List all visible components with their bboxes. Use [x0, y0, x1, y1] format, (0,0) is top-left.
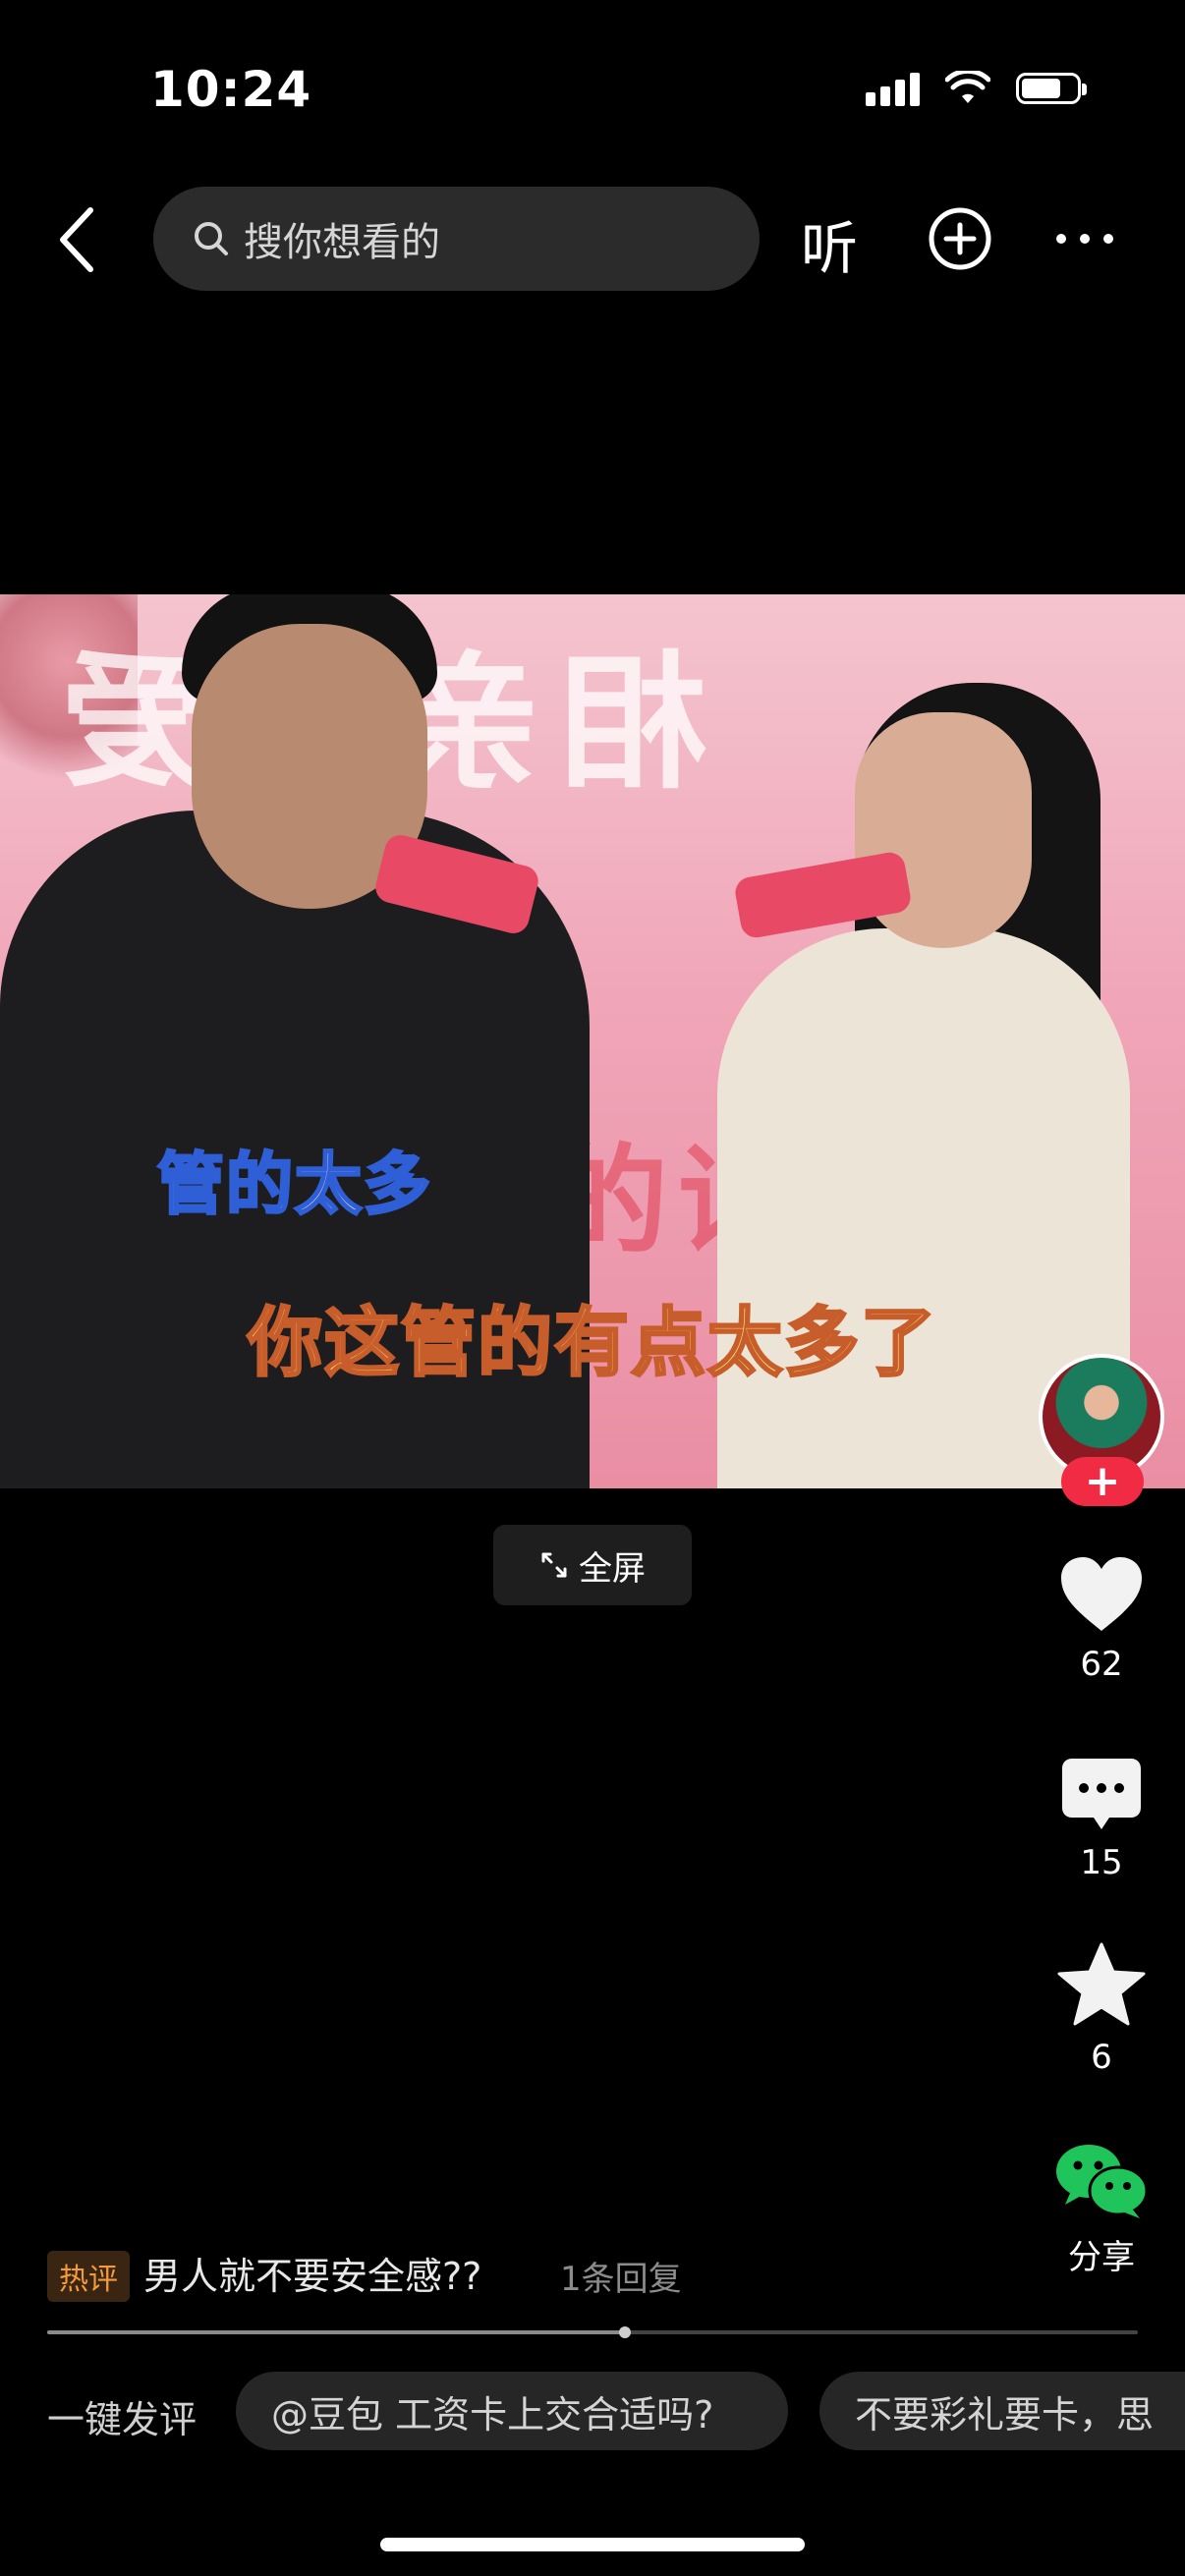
quick-comment-chip[interactable]: @豆包 工资卡上交合适吗? [236, 2372, 788, 2450]
hot-comment-tag: 热评 [47, 2251, 130, 2302]
fullscreen-button[interactable]: 全屏 [493, 1525, 692, 1605]
plus-circle-icon [929, 207, 991, 270]
favorite-count: 6 [1091, 2038, 1112, 2077]
comment-button[interactable]: 15 [1042, 1757, 1161, 1882]
heart-icon [1061, 1557, 1142, 1631]
favorite-button[interactable]: 6 [1042, 1941, 1161, 2077]
progress-knob[interactable] [619, 2326, 632, 2338]
comment-icon [1062, 1759, 1141, 1829]
status-icons [866, 71, 1087, 106]
follow-button[interactable]: + [1061, 1457, 1144, 1506]
video-caption-small: 管的太多 [155, 1146, 433, 1226]
comment-count: 15 [1080, 1843, 1123, 1882]
hot-comment-text[interactable]: 男人就不要安全感?? [143, 2246, 481, 2300]
video-progress-bar[interactable] [47, 2326, 1138, 2338]
share-button[interactable]: 分享 [1042, 2142, 1161, 2278]
fullscreen-label: 全屏 [579, 1548, 646, 1589]
chevron-left-icon [60, 207, 93, 272]
battery-icon [1016, 73, 1087, 104]
video-caption-main: 你这管的有点太多了 [247, 1298, 937, 1388]
progress-fill [47, 2330, 626, 2334]
wechat-icon [1056, 2145, 1149, 2218]
more-dots-icon [1056, 234, 1066, 244]
add-button[interactable] [927, 205, 993, 272]
like-count: 62 [1080, 1645, 1123, 1684]
search-icon [195, 222, 228, 255]
home-indicator [380, 2538, 805, 2551]
search-placeholder: 搜你想看的 [244, 220, 440, 265]
reply-count[interactable]: 1条回复 [560, 2252, 682, 2300]
quick-comment-chip[interactable]: 不要彩礼要卡，思 [819, 2372, 1185, 2450]
search-input[interactable]: 搜你想看的 [153, 187, 760, 291]
cellular-signal-icon [866, 71, 920, 106]
wifi-icon [945, 71, 990, 103]
status-time: 10:24 [150, 61, 312, 118]
star-icon [1057, 1942, 1146, 2026]
listen-button[interactable]: 听 [801, 202, 858, 285]
like-button[interactable]: 62 [1042, 1554, 1161, 1684]
more-button[interactable] [1056, 222, 1121, 255]
share-label: 分享 [1068, 2238, 1135, 2277]
video-player[interactable]: 相亲相爱 的话 管的太多 你这管的有点太多了 [0, 594, 1185, 1488]
expand-icon [541, 1552, 567, 1578]
back-button[interactable] [51, 202, 110, 277]
quick-comment-label: 一键发评 [47, 2398, 198, 2441]
